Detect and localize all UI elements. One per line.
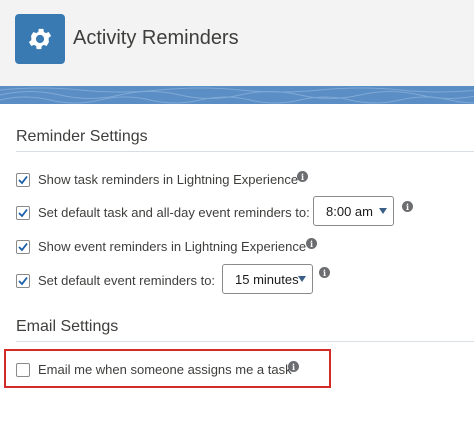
task-reminder-time-select[interactable]: 8:00 am [313,196,394,226]
show-event-reminders-row: Show event reminders in Lightning Experi… [16,239,306,254]
decorative-banner [0,86,474,104]
event-reminder-time-select[interactable]: 15 minutes [222,264,313,294]
info-icon[interactable]: i [297,171,308,182]
page-title: Activity Reminders [73,27,239,49]
default-event-reminder-row: Set default event reminders to: [16,273,215,288]
show-task-reminders-row: Show task reminders in Lightning Experie… [16,172,298,187]
checkmark-icon [18,242,28,251]
section-divider [16,341,474,342]
checkmark-icon [18,208,28,217]
email-task-assign-checkbox[interactable] [16,362,30,377]
page-header: Activity Reminders [0,0,474,86]
default-event-reminder-checkbox[interactable] [16,273,30,288]
show-event-reminders-checkbox[interactable] [16,239,30,254]
info-icon[interactable]: i [402,201,413,212]
show-event-reminders-label: Show event reminders in Lightning Experi… [38,239,307,254]
reminder-settings-title: Reminder Settings [16,128,148,145]
checkmark-icon [18,175,28,184]
default-task-reminder-row: Set default task and all-day event remin… [16,205,310,220]
show-task-reminders-label: Show task reminders in Lightning Experie… [38,172,299,187]
info-icon[interactable]: i [306,238,317,249]
chevron-down-icon [379,208,387,214]
show-task-reminders-checkbox[interactable] [16,172,30,187]
email-task-assign-row: Email me when someone assigns me a task [16,362,292,377]
default-event-reminder-label: Set default event reminders to: [38,273,216,288]
chevron-down-icon [298,276,306,282]
task-reminder-time-value: 8:00 am [326,203,373,219]
gear-icon [15,14,65,64]
info-icon[interactable]: i [319,267,330,278]
email-settings-title: Email Settings [16,318,119,335]
section-divider [16,151,474,152]
default-task-reminder-checkbox[interactable] [16,205,30,220]
default-task-reminder-label: Set default task and all-day event remin… [38,205,310,220]
info-icon[interactable]: i [288,361,299,372]
checkmark-icon [18,276,28,285]
email-task-assign-label: Email me when someone assigns me a task [38,362,292,377]
event-reminder-time-value: 15 minutes [235,271,299,287]
